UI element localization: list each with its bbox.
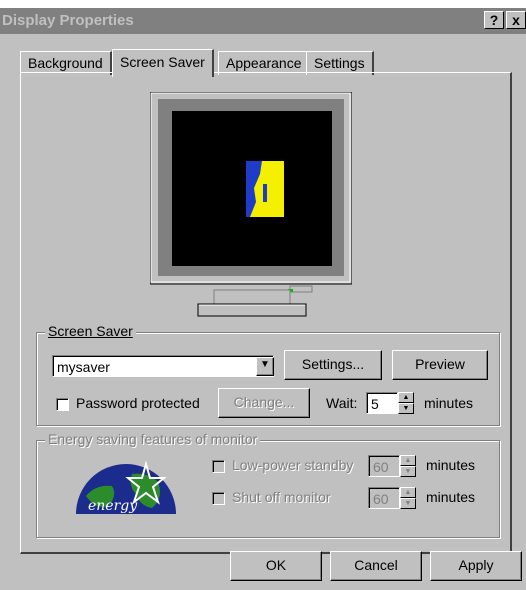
shut-off-spinner[interactable]: ▲ ▼ bbox=[400, 487, 416, 509]
shut-off-input[interactable]: 60 bbox=[368, 487, 400, 509]
password-checkbox[interactable] bbox=[56, 398, 69, 411]
energy-group-label: Energy saving features of monitor bbox=[45, 431, 261, 447]
monitor-preview bbox=[150, 92, 352, 317]
screen-saver-select[interactable]: mysaver bbox=[52, 355, 274, 377]
spin-up-icon[interactable]: ▲ bbox=[400, 455, 416, 466]
settings-button[interactable]: Settings... bbox=[284, 350, 382, 380]
spin-up-icon[interactable]: ▲ bbox=[398, 392, 414, 403]
change-button[interactable]: Change... bbox=[218, 388, 310, 418]
ok-button[interactable]: OK bbox=[230, 551, 322, 581]
shut-off-label: Shut off monitor bbox=[232, 489, 331, 505]
energy-star-logo: energy bbox=[76, 460, 176, 514]
close-button[interactable]: x bbox=[506, 11, 526, 29]
wait-input[interactable]: 5 bbox=[366, 392, 398, 414]
help-button[interactable]: ? bbox=[484, 11, 504, 29]
low-power-input[interactable]: 60 bbox=[368, 455, 400, 477]
cancel-button[interactable]: Cancel bbox=[330, 551, 422, 581]
low-power-spinner[interactable]: ▲ ▼ bbox=[400, 455, 416, 477]
shut-off-checkbox[interactable] bbox=[212, 492, 225, 505]
wait-unit-label: minutes bbox=[424, 395, 474, 411]
spin-up-icon[interactable]: ▲ bbox=[400, 487, 416, 498]
window-title: Display Properties bbox=[2, 12, 134, 29]
password-label: Password protected bbox=[76, 395, 200, 411]
screen-saver-group-label: Screen Saver bbox=[45, 323, 136, 339]
spin-down-icon[interactable]: ▼ bbox=[400, 498, 416, 509]
title-bar[interactable]: Display Properties bbox=[0, 8, 526, 34]
low-power-label: Low-power standby bbox=[232, 457, 354, 473]
preview-button[interactable]: Preview bbox=[392, 350, 488, 380]
spin-down-icon[interactable]: ▼ bbox=[400, 466, 416, 477]
tab-screen-saver[interactable]: Screen Saver bbox=[112, 49, 214, 77]
wait-spinner[interactable]: ▲ ▼ bbox=[398, 392, 414, 414]
display-properties-window: Display Properties ? x Background Screen… bbox=[0, 8, 526, 590]
svg-text:energy: energy bbox=[88, 498, 138, 514]
wait-label: Wait: bbox=[326, 395, 358, 411]
chevron-down-icon[interactable]: ▼ bbox=[256, 357, 274, 376]
shut-off-unit-label: minutes bbox=[426, 489, 476, 505]
apply-button[interactable]: Apply bbox=[430, 551, 522, 581]
low-power-checkbox[interactable] bbox=[212, 460, 225, 473]
spin-down-icon[interactable]: ▼ bbox=[398, 403, 414, 414]
low-power-unit-label: minutes bbox=[426, 457, 476, 473]
screen-saver-select-value: mysaver bbox=[57, 359, 110, 375]
